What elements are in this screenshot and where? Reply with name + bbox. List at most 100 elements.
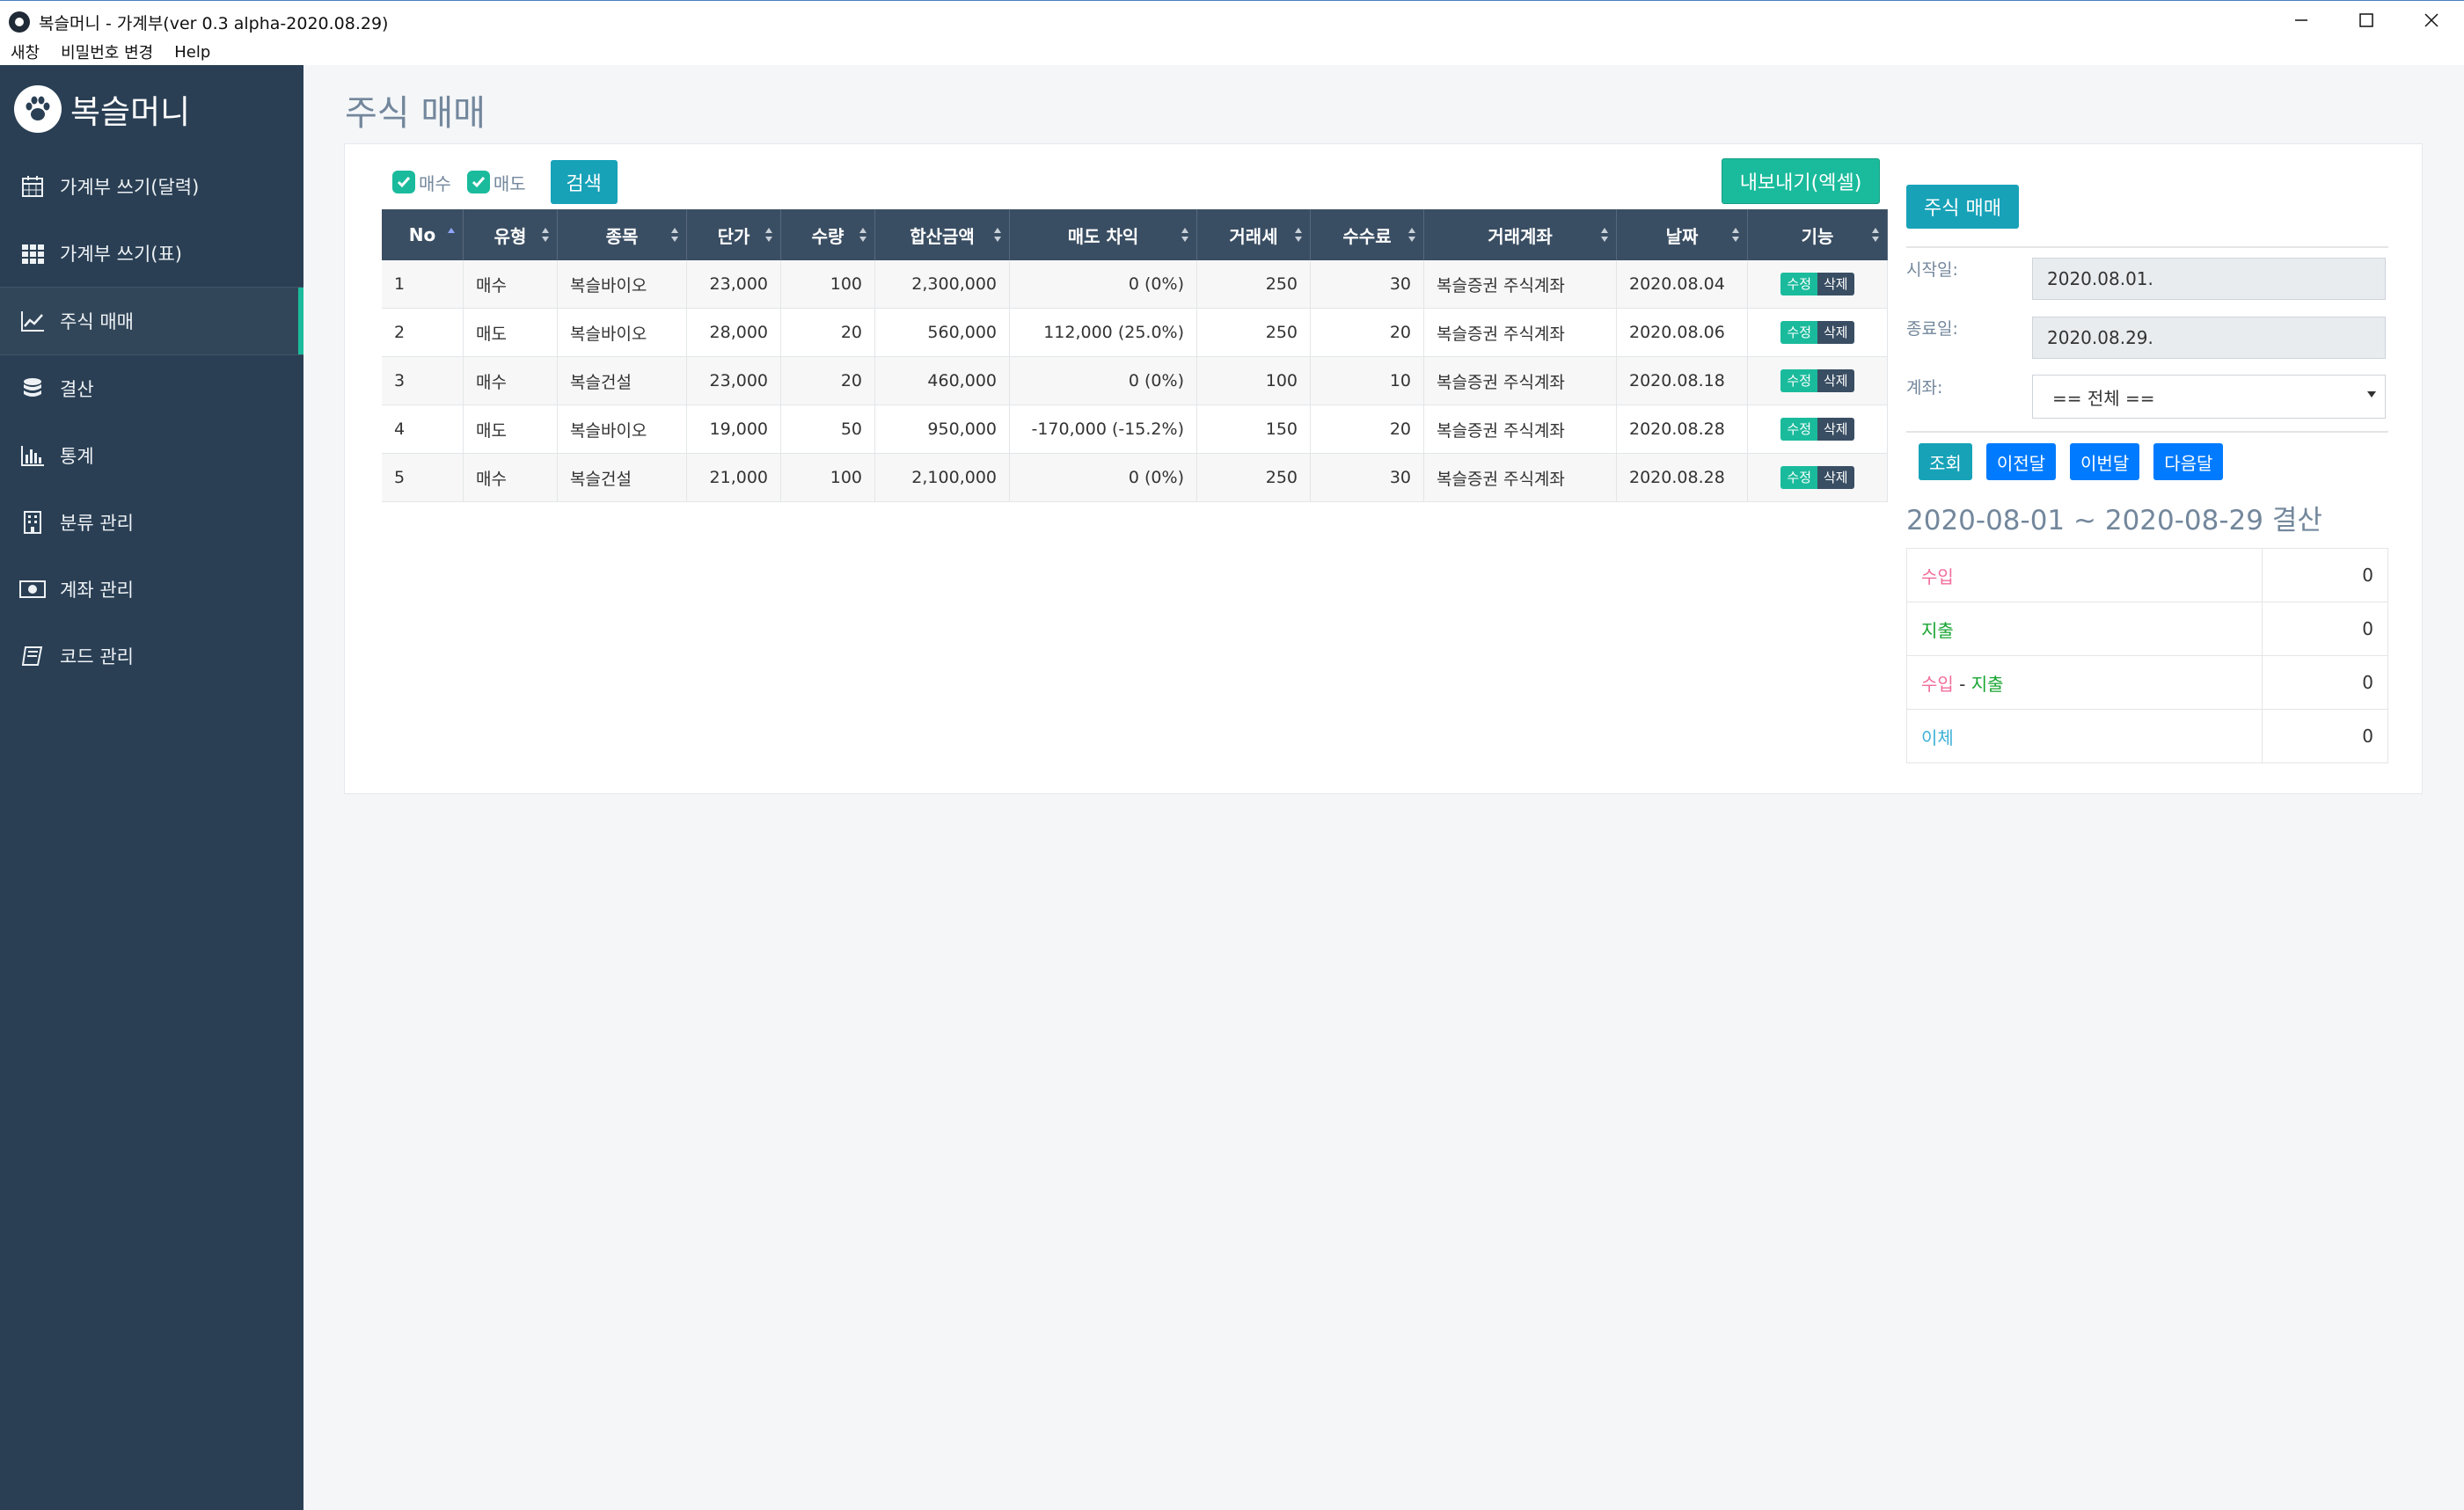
sidebar-item-label: 분류 관리: [60, 513, 134, 534]
cell-stock: 복슬바이오: [557, 308, 687, 357]
sort-icon: [859, 228, 866, 242]
prev-month-button[interactable]: 이전달: [1985, 443, 2057, 480]
col-fee[interactable]: 수수료: [1310, 209, 1424, 260]
cell-tax: 100: [1196, 356, 1311, 405]
cell-account: 복슬증권 주식계좌: [1423, 308, 1617, 357]
cell-type: 매도: [463, 405, 558, 454]
menu-new-window[interactable]: 새창: [0, 40, 50, 63]
col-date[interactable]: 날짜: [1616, 209, 1748, 260]
row-actions: 수정 삭제: [1760, 418, 1875, 441]
sort-icon: [542, 228, 549, 242]
cell-type: 매수: [463, 356, 558, 405]
buy-checkbox[interactable]: 매수: [392, 170, 451, 195]
col-label: 수량: [811, 225, 844, 247]
expense-value: 0: [2262, 602, 2388, 656]
cell-profit: 0 (0%): [1009, 356, 1197, 405]
diff-value: 0: [2262, 655, 2388, 710]
table-row: 4 매도 복슬바이오 19,000 50 950,000 -170,000 (-15.2%)…: [382, 405, 1888, 454]
col-no[interactable]: No: [382, 209, 464, 260]
sort-icon: [1732, 228, 1739, 242]
edit-button[interactable]: 수정: [1780, 273, 1817, 295]
delete-button[interactable]: 삭제: [1817, 321, 1854, 344]
sort-icon: [1295, 228, 1302, 242]
cell-actions: 수정 삭제: [1747, 405, 1888, 454]
col-profit[interactable]: 매도 차익: [1009, 209, 1197, 260]
sell-checkbox[interactable]: 매도: [466, 170, 526, 195]
col-qty[interactable]: 수량: [780, 209, 875, 260]
sidebar-item-code[interactable]: 코드 관리: [0, 623, 303, 689]
edit-button[interactable]: 수정: [1780, 369, 1817, 392]
table-row: 5 매수 복슬건설 21,000 100 2,100,000 0 (0%) 250 30 복슬증권…: [382, 453, 1888, 502]
cell-no: 4: [382, 405, 464, 454]
menu-help[interactable]: Help: [164, 43, 221, 62]
search-button[interactable]: 검색: [550, 160, 618, 204]
brand-title: 복슬머니: [70, 93, 191, 131]
menu-change-password[interactable]: 비밀번호 변경: [50, 40, 164, 63]
summary-row-diff: 수입 - 지출 0: [1906, 655, 2388, 710]
sort-icon: [1601, 228, 1608, 242]
cell-date: 2020.08.28: [1616, 405, 1748, 454]
col-actions[interactable]: 기능: [1747, 209, 1888, 260]
edit-button[interactable]: 수정: [1780, 321, 1817, 344]
sidebar-item-settlement[interactable]: 결산: [0, 355, 303, 422]
sort-icon: [671, 228, 678, 242]
table-row: 2 매도 복슬바이오 28,000 20 560,000 112,000 (25.0%) 25…: [382, 308, 1888, 357]
cell-fee: 30: [1310, 260, 1424, 309]
end-date-label: 종료일:: [1906, 319, 1958, 339]
expense-label: 지출: [1906, 602, 2263, 656]
sidebar-item-label: 코드 관리: [60, 646, 134, 667]
col-tax[interactable]: 거래세: [1196, 209, 1311, 260]
grid-icon: [19, 240, 46, 266]
minimize-button[interactable]: [2269, 1, 2334, 40]
cell-qty: 50: [780, 405, 875, 454]
cell-qty: 20: [780, 356, 875, 405]
end-date-field[interactable]: 2020.08.29.: [2032, 317, 2386, 359]
close-button[interactable]: [2399, 1, 2464, 40]
start-date-field[interactable]: 2020.08.01.: [2032, 258, 2386, 300]
delete-button[interactable]: 삭제: [1817, 369, 1854, 392]
cell-tax: 250: [1196, 260, 1311, 309]
filter-bar: 매수 매도 검색: [392, 160, 618, 204]
col-label: 수수료: [1342, 225, 1392, 247]
cell-account: 복슬증권 주식계좌: [1423, 356, 1617, 405]
sidebar-item-stock[interactable]: 주식 매매: [0, 287, 303, 355]
check-icon: [466, 171, 490, 193]
sell-checkbox-label: 매도: [493, 172, 526, 194]
sidebar-item-statistics[interactable]: 통계: [0, 422, 303, 489]
col-stock[interactable]: 종목: [557, 209, 687, 260]
account-select-value: == 전체 ==: [2052, 387, 2155, 409]
query-button[interactable]: 조회: [1919, 443, 1972, 480]
row-actions: 수정 삭제: [1760, 321, 1875, 344]
transfer-value: 0: [2262, 709, 2388, 763]
account-select[interactable]: == 전체 ==: [2032, 375, 2386, 419]
this-month-button[interactable]: 이번달: [2070, 443, 2140, 480]
delete-button[interactable]: 삭제: [1817, 273, 1854, 295]
delete-button[interactable]: 삭제: [1817, 466, 1854, 489]
col-account[interactable]: 거래계좌: [1423, 209, 1617, 260]
cell-total: 560,000: [874, 308, 1010, 357]
cell-no: 5: [382, 453, 464, 502]
col-type[interactable]: 유형: [463, 209, 558, 260]
sidebar-item-table[interactable]: 가계부 쓰기(표): [0, 220, 303, 287]
sidebar-item-category[interactable]: 분류 관리: [0, 489, 303, 556]
cell-qty: 20: [780, 308, 875, 357]
export-excel-button[interactable]: 내보내기(엑셀): [1722, 158, 1880, 204]
next-month-button[interactable]: 다음달: [2153, 443, 2224, 480]
delete-button[interactable]: 삭제: [1817, 418, 1854, 441]
brand[interactable]: 복슬머니: [0, 65, 303, 153]
main-panel: 매수 매도 검색 내보내기(엑셀) No 유형 종목 단가 수량 합산금액 매도…: [344, 143, 2423, 794]
maximize-button[interactable]: [2334, 1, 2399, 40]
col-label: 합산금액: [910, 225, 975, 247]
cell-profit: 112,000 (25.0%): [1009, 308, 1197, 357]
col-total[interactable]: 합산금액: [874, 209, 1010, 260]
edit-button[interactable]: 수정: [1780, 418, 1817, 441]
sidebar-item-calendar[interactable]: 가계부 쓰기(달력): [0, 153, 303, 220]
col-price[interactable]: 단가: [686, 209, 781, 260]
col-label: 거래계좌: [1488, 225, 1553, 247]
sort-icon: [1872, 228, 1879, 242]
stock-trade-button[interactable]: 주식 매매: [1906, 185, 2019, 229]
cell-total: 2,100,000: [874, 453, 1010, 502]
cell-no: 1: [382, 260, 464, 309]
edit-button[interactable]: 수정: [1780, 466, 1817, 489]
sidebar-item-account[interactable]: 계좌 관리: [0, 556, 303, 623]
